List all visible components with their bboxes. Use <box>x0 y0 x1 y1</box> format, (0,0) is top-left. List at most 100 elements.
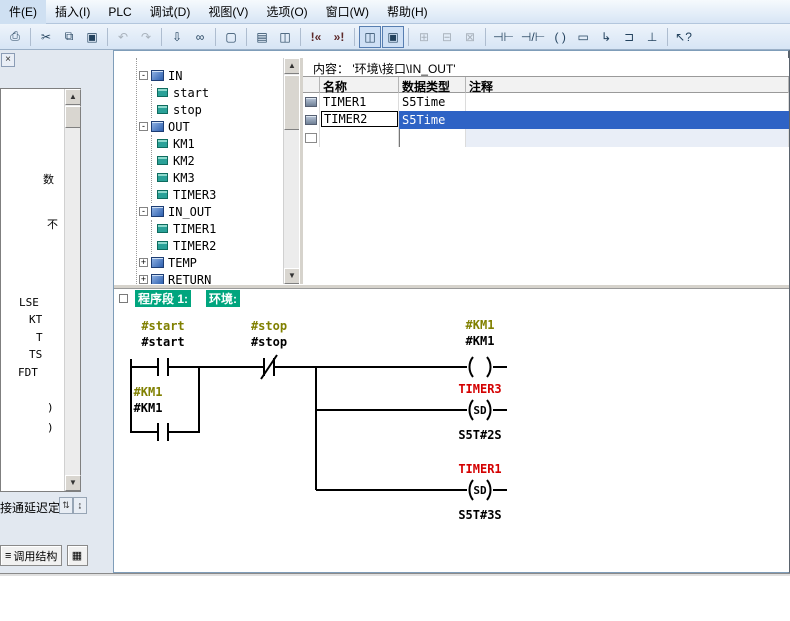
catalog-list[interactable]: 数 不 LSE KT T TS FDT ) ) ▲ ▼ <box>0 88 81 492</box>
tree-item-in-out[interactable]: - IN_OUT <box>137 203 299 220</box>
operand-name[interactable]: #KM1 <box>134 401 163 415</box>
operand-name[interactable]: #stop <box>251 335 287 349</box>
scroll-up-icon[interactable]: ▲ <box>284 58 299 74</box>
close-branch-icon[interactable]: ⊐ <box>618 26 640 48</box>
cell-comment-selected[interactable] <box>466 111 789 129</box>
menu-debug[interactable]: 调试(D) <box>141 0 200 24</box>
catalog-item[interactable]: 数 <box>43 171 54 187</box>
expand-icon[interactable]: + <box>139 275 148 284</box>
menu-help[interactable]: 帮助(H) <box>378 0 437 24</box>
coil-icon[interactable]: ( ) <box>549 26 571 48</box>
name-edit-cell[interactable]: TIMER2 <box>321 111 398 127</box>
contact-stop-nc[interactable] <box>261 355 277 379</box>
tree-scrollbar[interactable]: ▲ ▼ <box>283 58 299 284</box>
menu-plc[interactable]: PLC <box>99 1 140 23</box>
timer-name[interactable]: TIMER3 <box>458 382 501 396</box>
cell-name-empty[interactable] <box>320 129 399 147</box>
timer-value[interactable]: S5T#2S <box>458 428 501 442</box>
catalog-item[interactable]: FDT <box>18 366 38 379</box>
cell-comment[interactable] <box>466 93 789 111</box>
tree-item-start[interactable]: start <box>152 84 299 101</box>
collapse-icon[interactable]: - <box>139 122 148 131</box>
contact-km1-branch-no[interactable] <box>158 423 168 441</box>
operand-name[interactable]: #start <box>141 335 184 349</box>
interface-tree[interactable]: - IN start stop <box>116 58 299 284</box>
expand-icon[interactable]: + <box>139 258 148 267</box>
timer-name[interactable]: TIMER1 <box>458 462 501 476</box>
menu-options[interactable]: 选项(O) <box>257 0 316 24</box>
network-view-toggle[interactable]: ◫ <box>359 26 381 48</box>
operand-symbol[interactable]: #stop <box>251 319 287 333</box>
tree-item-in[interactable]: - IN <box>137 67 299 84</box>
shade-icon[interactable]: ⇅ <box>59 497 73 514</box>
open-branch-gray-icon[interactable]: ⊟ <box>436 26 458 48</box>
catalog-item[interactable]: TS <box>29 348 42 361</box>
copy-icon[interactable]: ⧉ <box>58 26 80 48</box>
tree-item-return[interactable]: + RETURN <box>137 271 299 284</box>
tree-item-out[interactable]: - OUT <box>137 118 299 135</box>
cut-icon[interactable]: ✂ <box>35 26 57 48</box>
scroll-up-icon[interactable]: ▲ <box>65 89 81 105</box>
catalog-item[interactable]: KT <box>29 313 42 326</box>
menu-insert[interactable]: 插入(I) <box>46 0 99 24</box>
table-row-empty[interactable] <box>303 129 789 147</box>
scroll-down-icon[interactable]: ▼ <box>284 268 299 284</box>
tree-item-km3[interactable]: KM3 <box>152 169 299 186</box>
scrollbar-thumb[interactable] <box>65 106 81 128</box>
symbol-table-icon[interactable]: ▤ <box>251 26 273 48</box>
contact-start-no[interactable] <box>158 358 168 376</box>
print-icon[interactable]: ⎙ <box>4 26 26 48</box>
scrollbar-thumb[interactable] <box>284 75 299 130</box>
prev-error-button[interactable]: !« <box>305 26 327 48</box>
table-row-selected[interactable]: TIMER2 S5Time <box>303 111 789 129</box>
collapse-icon[interactable]: - <box>139 71 148 80</box>
cell-comment-empty[interactable] <box>466 129 789 147</box>
coil-km1[interactable] <box>469 357 490 377</box>
menu-window[interactable]: 窗口(W) <box>317 0 378 24</box>
table-row[interactable]: TIMER1 S5Time <box>303 93 789 111</box>
contact-no-icon[interactable]: ⊣⊢ <box>490 26 517 48</box>
tab-call-structure[interactable]: ≡ 调用结构 <box>0 545 62 566</box>
scroll-down-icon[interactable]: ▼ <box>65 475 81 491</box>
close-branch-gray-icon[interactable]: ⊠ <box>459 26 481 48</box>
close-icon[interactable]: × <box>1 53 15 67</box>
observe-icon[interactable]: ◫ <box>274 26 296 48</box>
cell-datatype-empty[interactable] <box>399 129 466 147</box>
tree-item-timer2[interactable]: TIMER2 <box>152 237 299 254</box>
undo-icon[interactable]: ↶ <box>112 26 134 48</box>
overview-toggle[interactable]: ▣ <box>382 26 404 48</box>
tree-item-km1[interactable]: KM1 <box>152 135 299 152</box>
menu-view[interactable]: 视图(V) <box>199 0 257 24</box>
monitor-icon[interactable]: ∞ <box>189 26 211 48</box>
catalog-item[interactable]: LSE <box>19 296 39 309</box>
new-network-icon[interactable]: ⊞ <box>413 26 435 48</box>
empty-box-icon[interactable]: ▭ <box>572 26 594 48</box>
cell-datatype-selected[interactable]: S5Time <box>399 111 466 129</box>
open-branch-icon[interactable]: ↳ <box>595 26 617 48</box>
tab-overview-grid[interactable]: ▦ <box>67 545 88 566</box>
next-error-button[interactable]: »! <box>328 26 350 48</box>
operand-name[interactable]: #KM1 <box>466 334 495 348</box>
catalog-item[interactable]: T <box>36 331 43 344</box>
ladder-network-canvas[interactable]: #start #start #stop #stop #KM1 #KM1 #KM1… <box>114 302 789 570</box>
catalog-item[interactable]: 不 <box>47 216 58 232</box>
contact-nc-icon[interactable]: ⊣/⊢ <box>518 26 548 48</box>
tree-item-timer3[interactable]: TIMER3 <box>152 186 299 203</box>
tree-item-stop[interactable]: stop <box>152 101 299 118</box>
cell-name[interactable]: TIMER1 <box>320 93 399 111</box>
download-icon[interactable]: ⇩ <box>166 26 188 48</box>
catalog-item[interactable]: ) <box>47 421 54 434</box>
collapse-icon[interactable]: - <box>139 207 148 216</box>
operand-symbol[interactable]: #start <box>141 319 184 333</box>
help-select-icon[interactable]: ↖? <box>672 26 695 48</box>
catalog-scrollbar[interactable]: ▲ ▼ <box>64 89 80 491</box>
catalog-item[interactable]: ) <box>47 401 54 414</box>
tree-item-temp[interactable]: + TEMP <box>137 254 299 271</box>
operand-symbol[interactable]: #KM1 <box>466 318 495 332</box>
operand-symbol[interactable]: #KM1 <box>134 385 163 399</box>
tree-item-timer1[interactable]: TIMER1 <box>152 220 299 237</box>
redo-icon[interactable]: ↷ <box>135 26 157 48</box>
menu-file[interactable]: 件(E) <box>0 0 46 24</box>
ladder-editor[interactable]: 程序段 1: 环境: <box>114 289 789 572</box>
timer-value[interactable]: S5T#3S <box>458 508 501 522</box>
